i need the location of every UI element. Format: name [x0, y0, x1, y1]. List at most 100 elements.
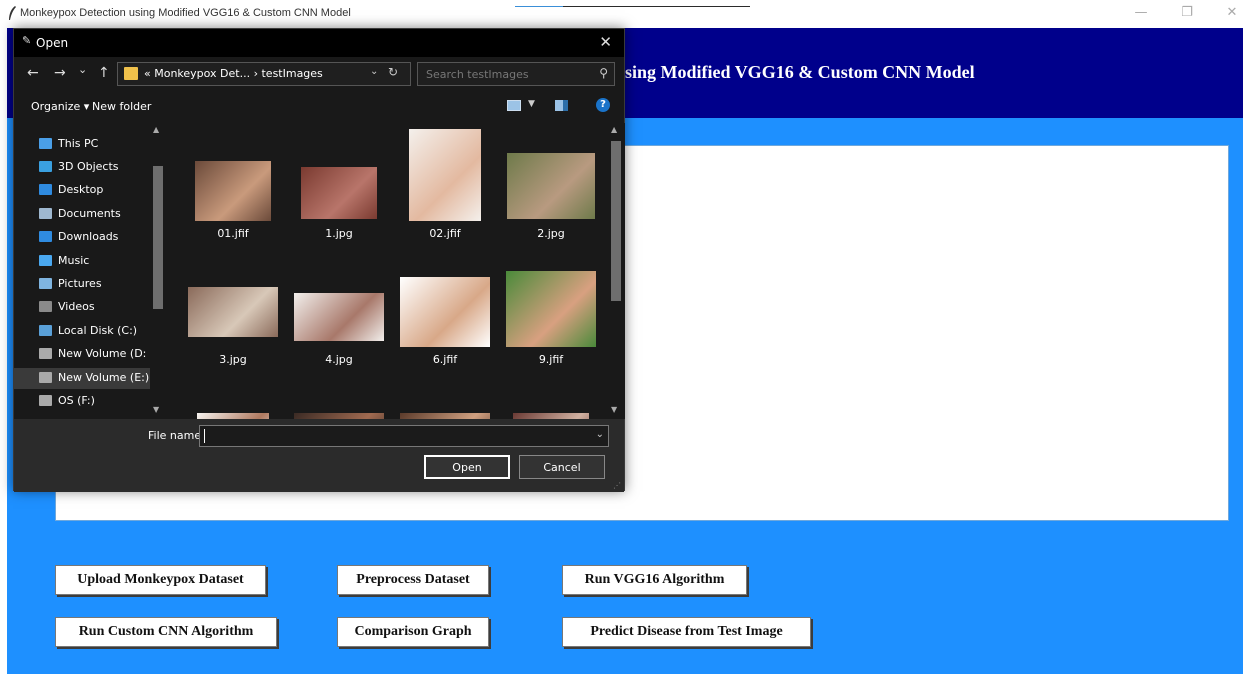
chevron-down-icon[interactable]: ⌄ [596, 429, 604, 440]
feather-icon [9, 6, 16, 20]
dialog-titlebar: ✎ Open ✕ [14, 29, 624, 57]
open-file-dialog: ✎ Open ✕ ← → ⌄ ↑ « Monkeypox Det... › te… [13, 28, 625, 492]
file-name-label: 01.jfif [217, 227, 249, 240]
resize-grip-icon[interactable]: ⋰ [613, 481, 621, 490]
open-button[interactable]: Open [424, 455, 510, 479]
address-bar[interactable]: « Monkeypox Det... › testImages ⌄ ↻ [117, 62, 411, 86]
scroll-down-icon[interactable]: ▼ [611, 405, 617, 414]
dialog-title: Open [36, 36, 69, 50]
sidebar-item-label: 3D Objects [58, 159, 119, 173]
cancel-button[interactable]: Cancel [519, 455, 605, 479]
comparison-graph-button[interactable]: Comparison Graph [337, 617, 489, 647]
folder-icon [124, 67, 138, 80]
file-item[interactable]: 1.jpg [289, 123, 389, 243]
sidebar-item[interactable]: New Volume (E:) [39, 367, 149, 387]
file-name-label: 9.jfif [538, 353, 564, 366]
drive-icon [39, 394, 52, 406]
image-thumbnail [301, 167, 377, 219]
sidebar-item[interactable]: 3D Objects [39, 156, 119, 176]
predict-disease-button[interactable]: Predict Disease from Test Image [562, 617, 811, 647]
sidebar-item-label: OS (F:) [58, 393, 95, 407]
run-custom-cnn-button[interactable]: Run Custom CNN Algorithm [55, 617, 277, 647]
file-name-label: 3.jpg [219, 353, 247, 366]
sidebar-item-label: Music [58, 253, 90, 267]
file-item[interactable] [501, 373, 601, 419]
download-icon [39, 231, 52, 243]
file-name-label: 6.jfif [432, 353, 458, 366]
help-icon[interactable]: ? [596, 98, 610, 112]
desktop-icon [39, 184, 52, 196]
sidebar-item[interactable]: OS (F:) [39, 390, 95, 410]
image-thumbnail [409, 129, 481, 221]
sidebar-item[interactable]: Music [39, 250, 89, 270]
file-list: 01.jfif 1.jpg 02.jfif 2.jpg 3.jpg 4.jpg 6.jfif… [168, 123, 609, 419]
recent-locations-icon[interactable]: ⌄ [78, 63, 87, 76]
restore-button[interactable]: ❐ [1177, 5, 1197, 21]
preview-pane-icon[interactable] [555, 100, 568, 111]
sidebar-item[interactable]: Videos [39, 297, 95, 317]
cube-icon [39, 160, 52, 172]
scroll-up-icon[interactable]: ▲ [153, 125, 159, 134]
search-input[interactable]: Search testImages ⚲ [417, 62, 615, 86]
drive-icon [39, 371, 52, 383]
sidebar-item-label: Downloads [58, 230, 119, 244]
sidebar-item-label: New Volume (E:) [58, 370, 150, 384]
command-bar: Organize ▾ New folder ▼ ? [14, 91, 624, 123]
minimize-button[interactable]: — [1131, 5, 1151, 21]
sidebar-item-label: Documents [58, 206, 121, 220]
file-item[interactable]: 6.jfif [395, 249, 495, 369]
file-scrollbar-thumb[interactable] [611, 141, 621, 301]
navigation-bar: ← → ⌄ ↑ « Monkeypox Det... › testImages … [14, 57, 624, 91]
up-arrow-icon[interactable]: ↑ [98, 65, 110, 81]
file-name-label: 1.jpg [325, 227, 353, 240]
feather-icon: ✎ [22, 34, 32, 47]
sidebar-item[interactable]: Local Disk (C:) [39, 320, 137, 340]
file-name-field[interactable]: ⌄ [199, 425, 609, 447]
preprocess-dataset-button[interactable]: Preprocess Dataset [337, 565, 489, 595]
file-name-label: 4.jpg [325, 353, 353, 366]
dialog-close-button[interactable]: ✕ [599, 33, 612, 51]
file-item[interactable]: 2.jpg [501, 123, 601, 243]
file-item[interactable]: 02.jfif [395, 123, 495, 243]
sidebar-item-label: Pictures [58, 276, 102, 290]
run-vgg16-button[interactable]: Run VGG16 Algorithm [562, 565, 747, 595]
back-arrow-icon[interactable]: ← [27, 65, 39, 81]
app-titlebar: Monkeypox Detection using Modified VGG16… [0, 0, 1250, 28]
image-thumbnail [400, 277, 490, 347]
sidebar-item[interactable]: New Volume (D: [39, 344, 146, 364]
sidebar-item[interactable]: This PC [39, 133, 98, 153]
computer-icon [39, 137, 52, 149]
file-item[interactable]: 4.jpg [289, 249, 389, 369]
sidebar-item[interactable]: Desktop [39, 180, 103, 200]
file-item[interactable] [395, 373, 495, 419]
chevron-down-icon[interactable]: ⌄ [370, 66, 378, 77]
scroll-down-icon[interactable]: ▼ [153, 405, 159, 414]
change-view-icon[interactable] [507, 100, 521, 111]
scroll-up-icon[interactable]: ▲ [611, 125, 617, 134]
search-icon[interactable]: ⚲ [599, 66, 608, 80]
new-folder-button[interactable]: New folder [92, 100, 151, 113]
file-item[interactable]: 01.jfif [183, 123, 283, 243]
file-item[interactable]: 3.jpg [183, 249, 283, 369]
organize-menu[interactable]: Organize ▾ [31, 100, 89, 113]
upload-dataset-button[interactable]: Upload Monkeypox Dataset [55, 565, 266, 595]
sidebar-item[interactable]: Documents [39, 203, 121, 223]
music-icon [39, 254, 52, 266]
image-thumbnail [294, 293, 384, 341]
sidebar-item[interactable]: Pictures [39, 273, 102, 293]
chevron-down-icon[interactable]: ▼ [528, 99, 535, 109]
sidebar-item-label: This PC [58, 136, 99, 150]
refresh-icon[interactable]: ↻ [388, 65, 398, 79]
app-window-title: Monkeypox Detection using Modified VGG16… [20, 7, 351, 19]
sidebar-item-label: Local Disk (C:) [58, 323, 138, 337]
close-button[interactable]: ✕ [1222, 5, 1242, 21]
file-item[interactable] [183, 373, 283, 419]
file-item[interactable]: 9.jfif [501, 249, 601, 369]
sidebar-item-label: Videos [58, 300, 95, 314]
file-name-label: File name: [148, 429, 205, 442]
nav-scrollbar-thumb[interactable] [153, 166, 163, 309]
forward-arrow-icon[interactable]: → [54, 65, 66, 81]
file-item[interactable] [289, 373, 389, 419]
sidebar-item[interactable]: Downloads [39, 227, 118, 247]
breadcrumb[interactable]: « Monkeypox Det... › testImages [144, 67, 323, 80]
